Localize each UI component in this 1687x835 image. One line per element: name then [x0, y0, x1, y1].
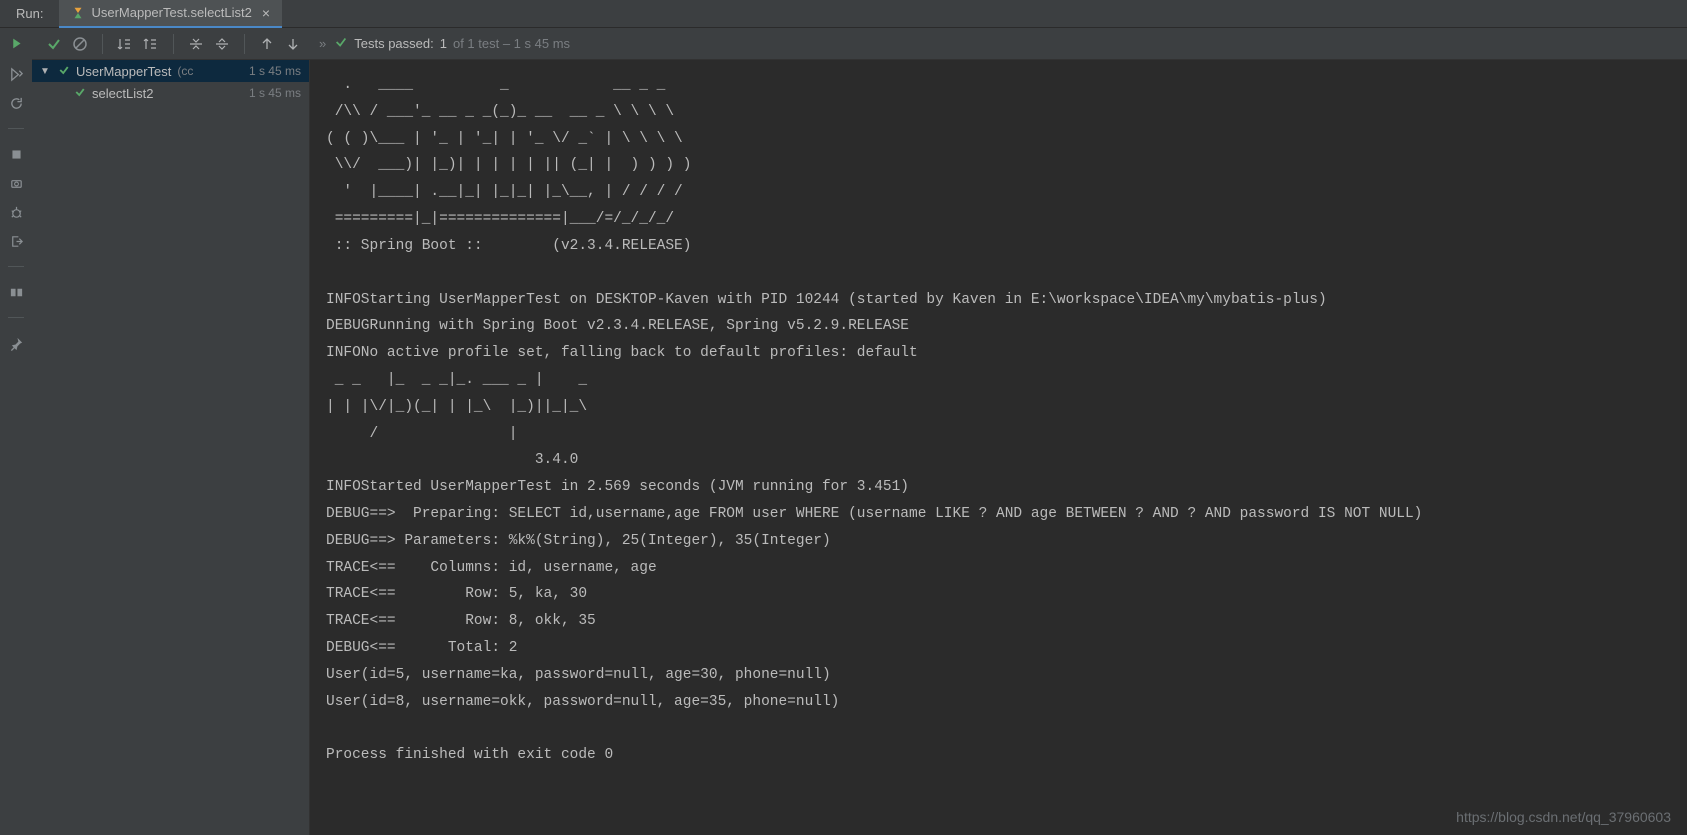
tree-child-row[interactable]: selectList2 1 s 45 ms	[32, 82, 309, 104]
run-tab[interactable]: UserMapperTest.selectList2 ×	[59, 0, 282, 28]
debug-icon[interactable]	[8, 204, 24, 220]
show-passed-icon[interactable]	[42, 32, 66, 56]
toggle-auto-icon[interactable]	[8, 95, 24, 111]
tree-group	[178, 28, 240, 59]
check-icon	[74, 86, 86, 101]
tree-root-row[interactable]: ▼ UserMapperTest (cc 1 s 45 ms	[32, 60, 309, 82]
gutter-separator	[8, 317, 24, 318]
filter-group	[36, 28, 98, 59]
separator	[102, 34, 103, 54]
toolbar-content: » Tests passed: 1 of 1 test – 1 s 45 ms	[32, 28, 1687, 59]
separator	[244, 34, 245, 54]
tree-root-name: UserMapperTest	[76, 64, 171, 79]
console-output[interactable]: . ____ _ __ _ _ /\\ / ___'_ __ _ _(_)_ _…	[310, 60, 1687, 835]
check-icon	[58, 64, 70, 79]
nav-group	[249, 28, 311, 59]
test-tree: ▼ UserMapperTest (cc 1 s 45 ms selectLis…	[32, 60, 310, 835]
tests-passed-suffix: of 1 test – 1 s 45 ms	[453, 36, 570, 51]
show-ignored-icon[interactable]	[68, 32, 92, 56]
check-icon	[334, 35, 348, 52]
tree-child-name: selectList2	[92, 86, 153, 101]
stop-icon[interactable]	[8, 146, 24, 162]
tests-passed-prefix: Tests passed:	[354, 36, 434, 51]
dump-icon[interactable]	[8, 175, 24, 191]
test-config-icon	[71, 5, 85, 20]
expand-icon[interactable]: ▼	[40, 66, 52, 77]
gutter-separator	[8, 266, 24, 267]
run-label: Run:	[0, 6, 59, 21]
tree-root-time: 1 s 45 ms	[249, 64, 309, 78]
sort-duration-icon[interactable]	[139, 32, 163, 56]
exit-icon[interactable]	[8, 233, 24, 249]
sort-group	[107, 28, 169, 59]
title-bar: Run: UserMapperTest.selectList2 ×	[0, 0, 1687, 28]
sort-alpha-icon[interactable]	[113, 32, 137, 56]
gutter-separator	[8, 128, 24, 129]
separator	[173, 34, 174, 54]
tests-passed-count: 1	[440, 36, 447, 51]
watermark: https://blog.csdn.net/qq_37960603	[1456, 809, 1671, 825]
toolbar: » Tests passed: 1 of 1 test – 1 s 45 ms	[0, 28, 1687, 60]
collapse-all-icon[interactable]	[210, 32, 234, 56]
main-content: ▼ UserMapperTest (cc 1 s 45 ms selectLis…	[0, 60, 1687, 835]
tab-title: UserMapperTest.selectList2	[91, 5, 251, 20]
prev-failed-icon[interactable]	[255, 32, 279, 56]
more-icon[interactable]: »	[311, 36, 334, 51]
left-gutter-top	[0, 28, 32, 60]
pin-icon[interactable]	[8, 335, 24, 351]
left-action-gutter	[0, 60, 32, 835]
tests-passed-status: Tests passed: 1 of 1 test – 1 s 45 ms	[334, 35, 570, 52]
rerun-failed-icon[interactable]	[8, 66, 24, 82]
layout-icon[interactable]	[8, 284, 24, 300]
tree-root-info: (cc	[177, 64, 193, 78]
close-icon[interactable]: ×	[262, 5, 270, 21]
tree-child-time: 1 s 45 ms	[249, 86, 309, 100]
expand-all-icon[interactable]	[184, 32, 208, 56]
next-failed-icon[interactable]	[281, 32, 305, 56]
rerun-icon[interactable]	[8, 36, 24, 52]
